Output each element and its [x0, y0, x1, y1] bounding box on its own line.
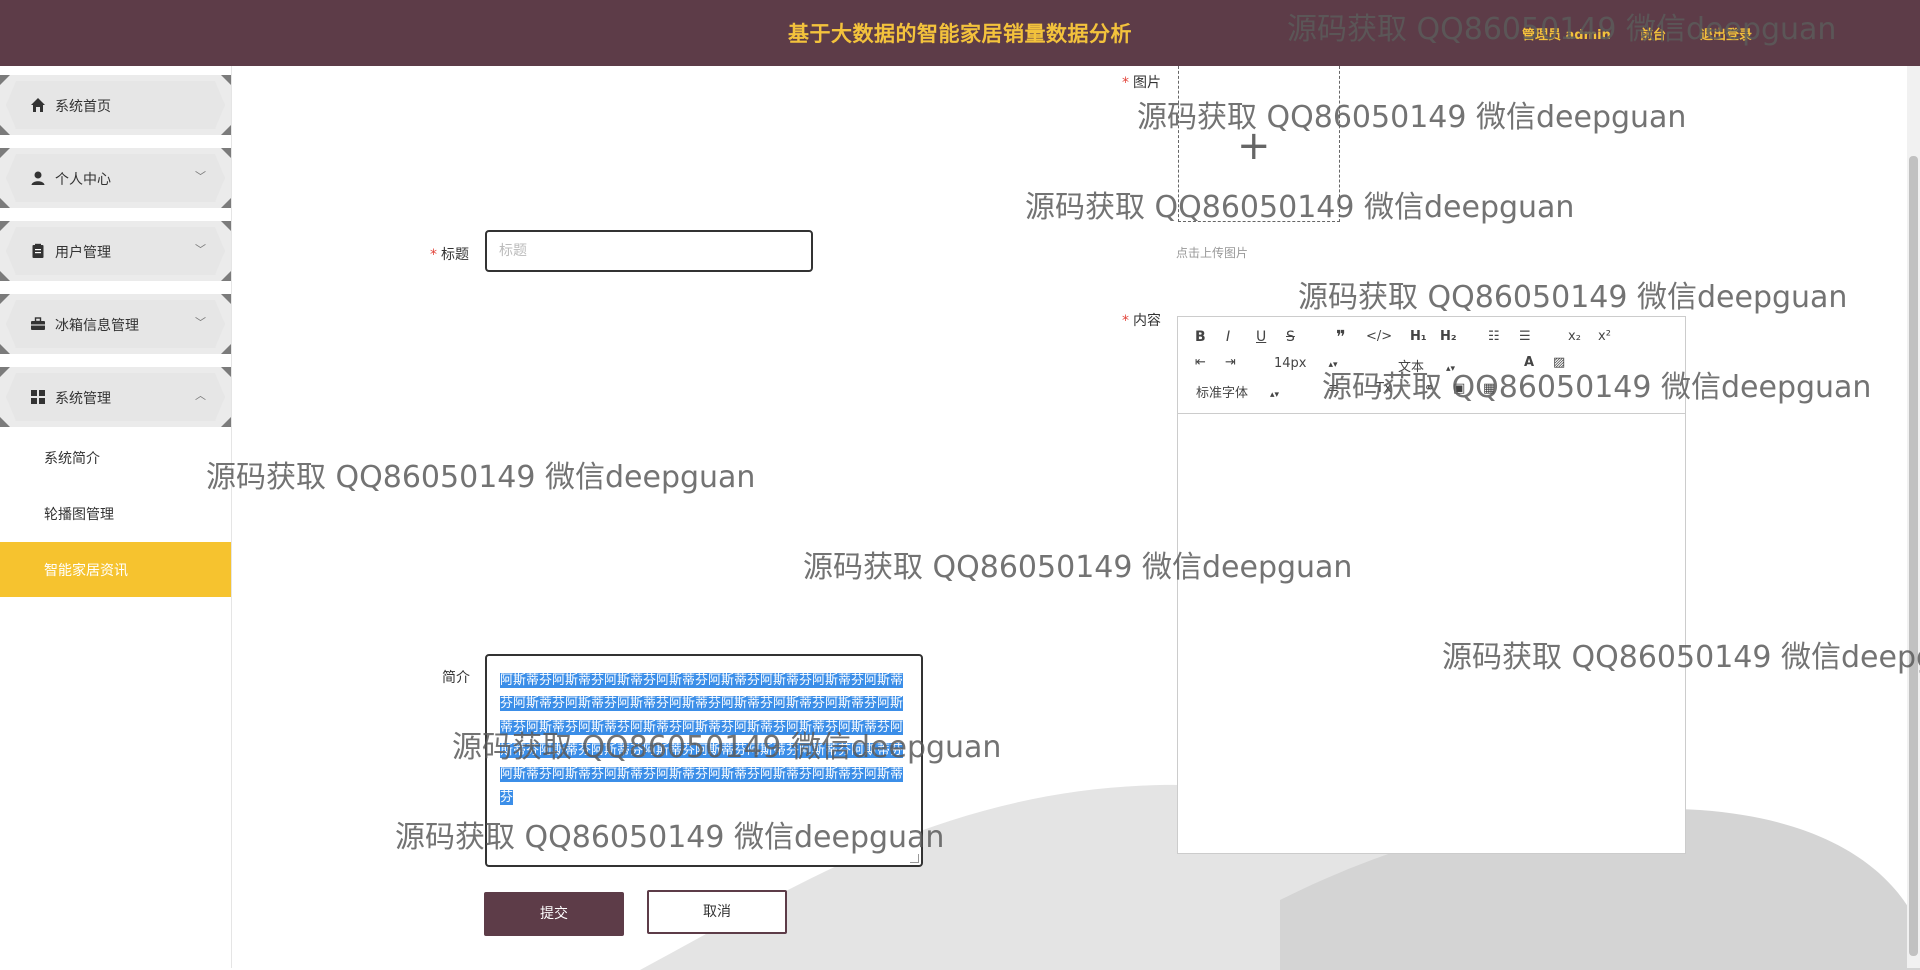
bullet-list-button[interactable]: ☰: [1519, 329, 1531, 344]
front-link[interactable]: 前台: [1640, 24, 1666, 43]
chevron-down-icon: ﹀: [195, 243, 206, 256]
sidebar-item-label: 系统首页: [55, 99, 111, 115]
sidebar-subitem-label: 智能家居资讯: [44, 563, 128, 579]
clipboard-icon: [32, 243, 44, 258]
scrollbar-thumb[interactable]: [1909, 156, 1918, 956]
background-color-button[interactable]: ▨: [1553, 355, 1565, 370]
sidebar-item-users[interactable]: 用户管理 ﹀: [0, 221, 231, 281]
current-user: 管理员 admin: [1522, 28, 1611, 43]
submit-button[interactable]: 提交: [484, 892, 624, 936]
sidebar-item-fridge[interactable]: 冰箱信息管理 ﹀: [0, 294, 231, 354]
logout-link[interactable]: 退出登录: [1700, 24, 1752, 43]
bold-button[interactable]: B: [1195, 329, 1206, 345]
sidebar-item-label: 冰箱信息管理: [55, 318, 139, 334]
intro-textarea[interactable]: 阿斯蒂芬阿斯蒂芬阿斯蒂芬阿斯蒂芬阿斯蒂芬阿斯蒂芬阿斯蒂芬阿斯蒂芬阿斯蒂芬阿斯蒂芬…: [485, 654, 923, 867]
image-uploader[interactable]: +: [1178, 66, 1340, 222]
sidebar-subitem-label: 轮播图管理: [44, 507, 114, 523]
rich-text-editor[interactable]: B I U S ❞ </> H₁ H₂ ☷ ☰ x₂ x² ⇤ ⇥ 14px ▴▾…: [1177, 316, 1686, 854]
briefcase-icon: [31, 317, 45, 330]
font-color-button[interactable]: A: [1524, 355, 1534, 370]
clear-format-button[interactable]: Tx: [1376, 381, 1392, 396]
italic-button[interactable]: I: [1226, 329, 1230, 345]
sidebar-subitem-carousel[interactable]: 轮播图管理: [0, 486, 231, 541]
code-block-button[interactable]: </>: [1366, 329, 1392, 344]
image-label: * 图片: [1122, 75, 1161, 91]
sidebar-subitem-news[interactable]: 智能家居资讯: [0, 542, 231, 597]
link-button[interactable]: ⚭: [1424, 381, 1435, 396]
header-select[interactable]: 文本 ▴▾: [1398, 356, 1455, 375]
sidebar-item-label: 个人中心: [55, 172, 111, 188]
sidebar: 系统首页 个人中心 ﹀ 用户管理 ﹀ 冰箱信息管理 ﹀ 系统管理 ︿ 系统简介 …: [0, 66, 232, 968]
cancel-button[interactable]: 取消: [647, 890, 787, 934]
sidebar-subitem-label: 系统简介: [44, 451, 100, 467]
home-icon: [31, 98, 45, 112]
sidebar-item-system[interactable]: 系统管理 ︿: [0, 367, 231, 427]
title-input[interactable]: [485, 230, 813, 272]
subscript-button[interactable]: x₂: [1568, 329, 1581, 344]
content-label: * 内容: [1122, 313, 1161, 329]
outdent-button[interactable]: ⇤: [1195, 355, 1206, 370]
sidebar-item-profile[interactable]: 个人中心 ﹀: [0, 148, 231, 208]
indent-button[interactable]: ⇥: [1225, 355, 1236, 370]
video-insert-button[interactable]: ▦: [1483, 381, 1495, 396]
intro-text: 阿斯蒂芬阿斯蒂芬阿斯蒂芬阿斯蒂芬阿斯蒂芬阿斯蒂芬阿斯蒂芬阿斯蒂芬阿斯蒂芬阿斯蒂芬…: [500, 673, 904, 806]
editor-toolbar: B I U S ❞ </> H₁ H₂ ☷ ☰ x₂ x² ⇤ ⇥ 14px ▴▾…: [1178, 317, 1685, 414]
top-header: 基于大数据的智能家居销量数据分析 管理员 admin 前台 退出登录: [0, 0, 1920, 66]
sidebar-item-label: 用户管理: [55, 245, 111, 261]
sidebar-item-home[interactable]: 系统首页: [0, 75, 231, 135]
watermark: 源码获取 QQ86050149 微信deepguan: [1298, 280, 1848, 315]
title-label: * 标题: [430, 247, 469, 263]
image-insert-button[interactable]: ▣: [1453, 381, 1465, 396]
app-title: 基于大数据的智能家居销量数据分析: [788, 22, 1132, 46]
font-size-select[interactable]: 14px ▴▾: [1274, 356, 1338, 371]
user-icon: [31, 171, 45, 185]
font-family-select[interactable]: 标准字体 ▴▾: [1196, 382, 1279, 401]
watermark: 源码获取 QQ86050149 微信deepguan: [206, 460, 756, 495]
h1-button[interactable]: H₁: [1410, 329, 1427, 344]
plus-icon: +: [1237, 123, 1271, 169]
superscript-button[interactable]: x²: [1598, 329, 1611, 344]
strikethrough-button[interactable]: S: [1286, 329, 1295, 345]
sidebar-item-label: 系统管理: [55, 391, 111, 407]
blockquote-button[interactable]: ❞: [1336, 327, 1346, 348]
grid-icon: [31, 390, 45, 404]
chevron-down-icon: ﹀: [195, 170, 206, 183]
resize-handle[interactable]: [910, 854, 919, 863]
ordered-list-button[interactable]: ☷: [1488, 329, 1500, 344]
underline-button[interactable]: U: [1256, 329, 1266, 345]
h2-button[interactable]: H₂: [1440, 329, 1457, 344]
chevron-down-icon: ﹀: [195, 316, 206, 329]
upload-tip: 点击上传图片: [1176, 246, 1249, 260]
align-button[interactable]: ≡: [1328, 381, 1339, 396]
sidebar-subitem-intro[interactable]: 系统简介: [0, 430, 231, 485]
page-scrollbar[interactable]: [1907, 66, 1920, 968]
chevron-up-icon: ︿: [195, 389, 206, 402]
intro-label: 简介: [442, 670, 470, 686]
